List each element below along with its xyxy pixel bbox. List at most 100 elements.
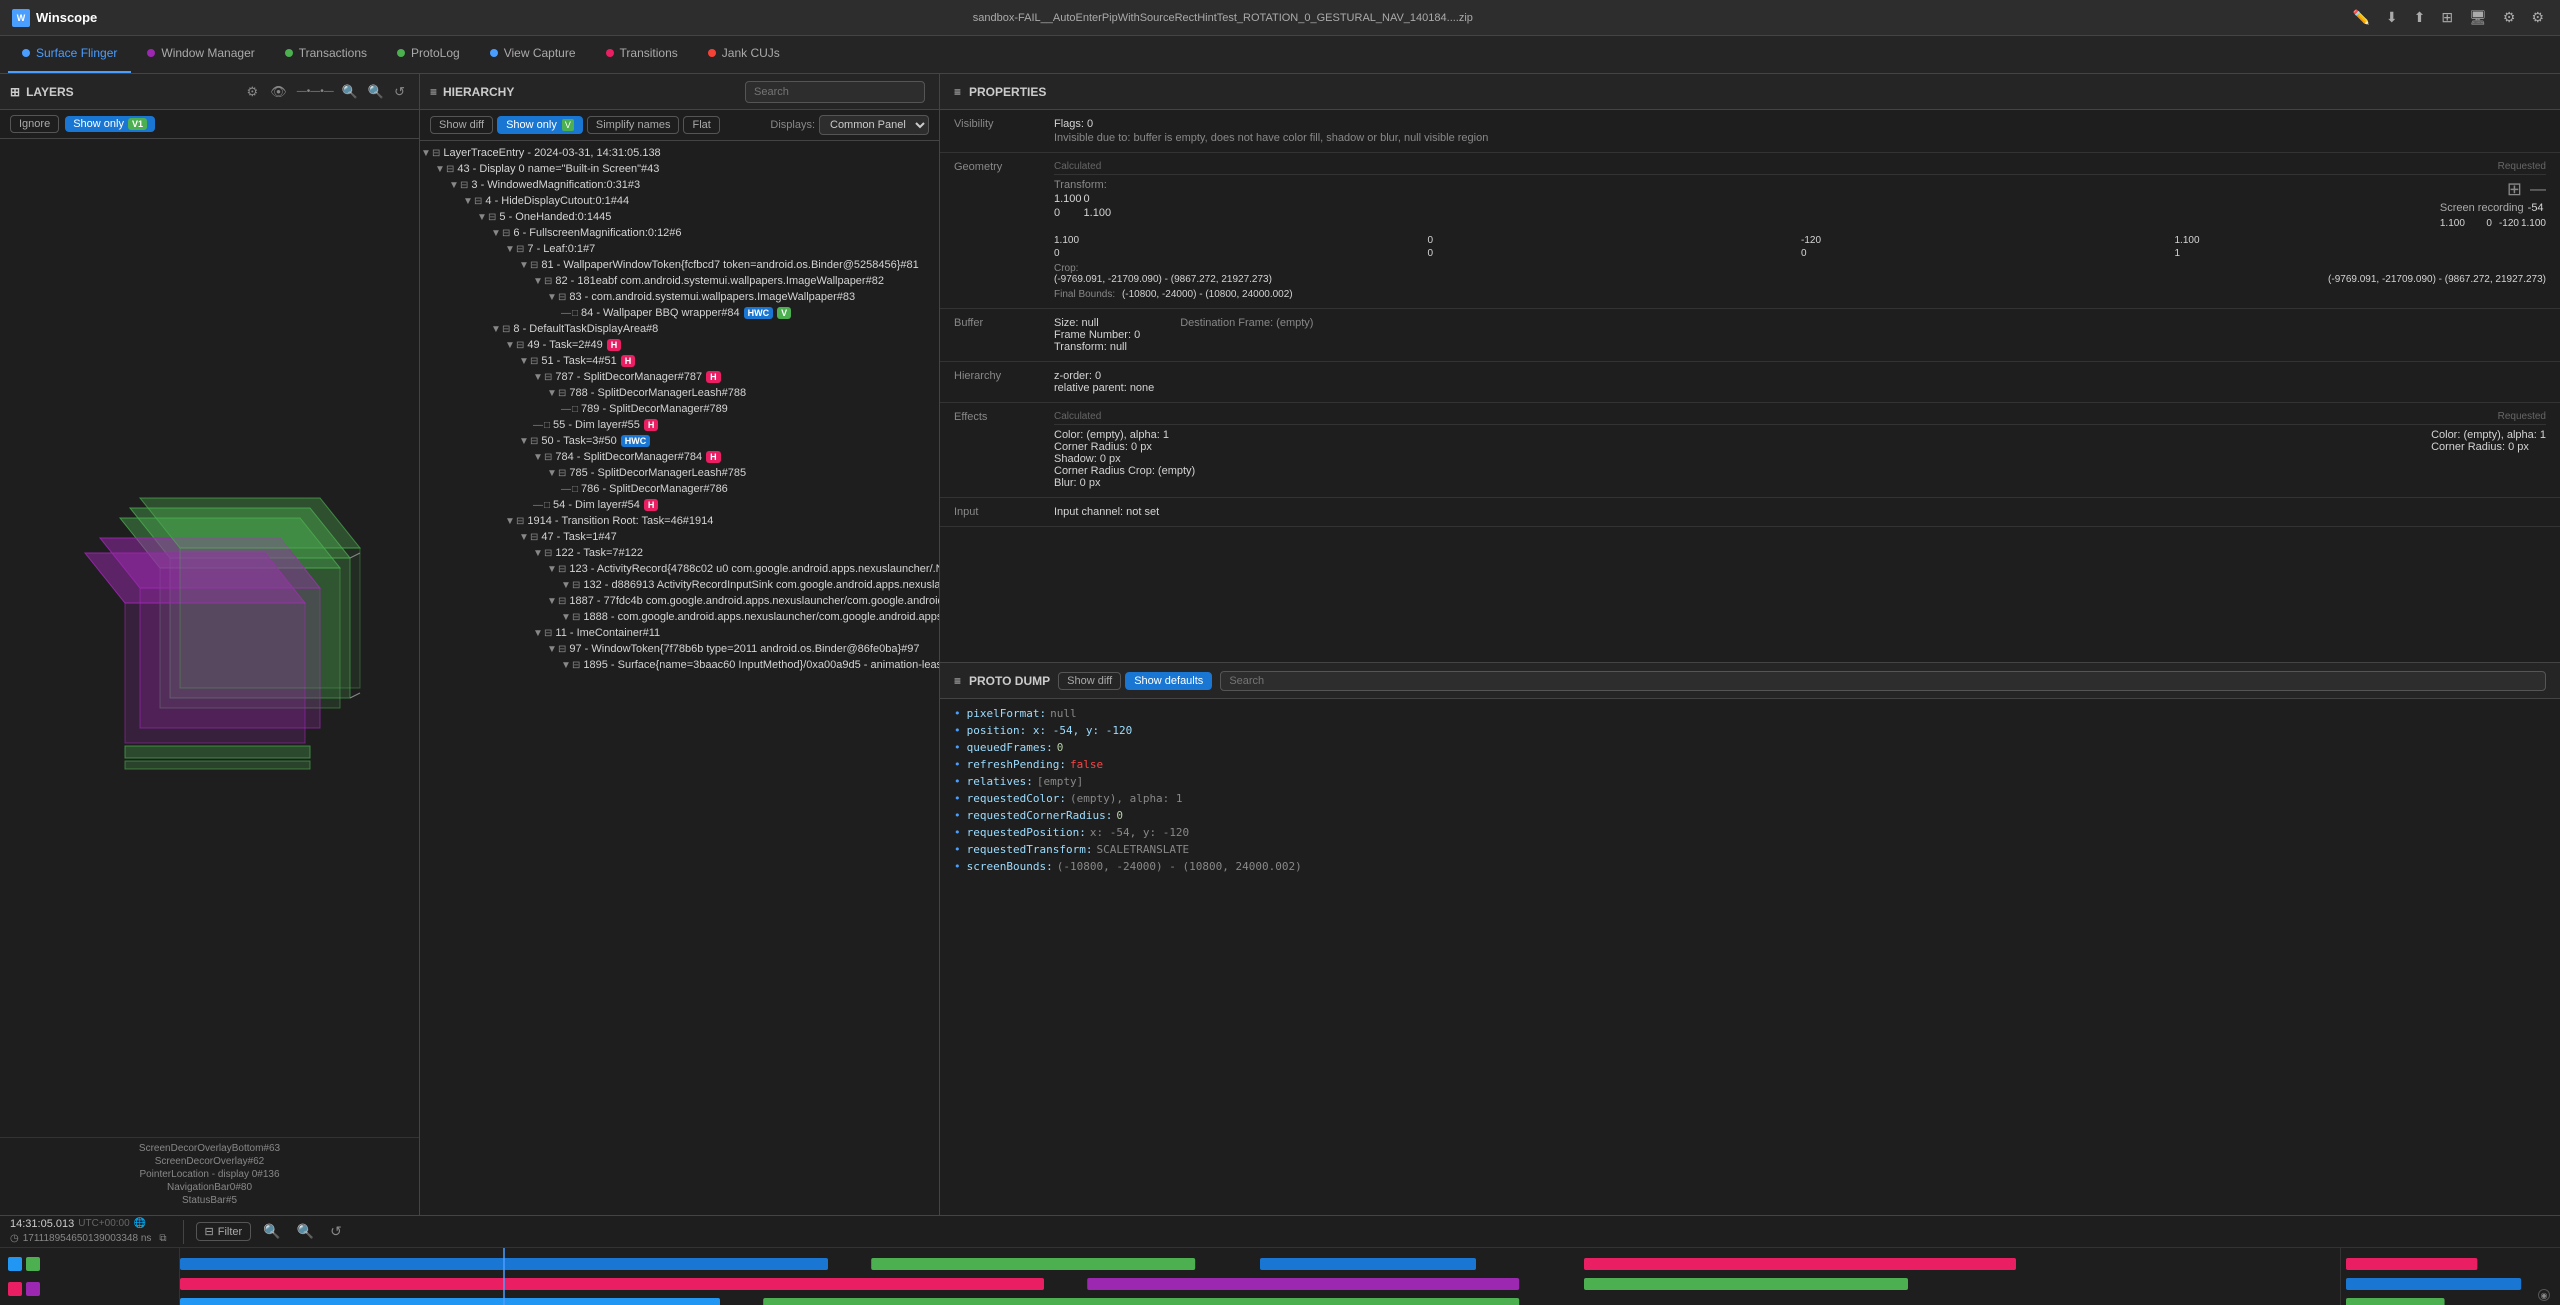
monitor-icon-btn[interactable]: 🖥 xyxy=(2465,7,2491,28)
tree-node[interactable]: ▼⊟81 - WallpaperWindowToken{fcfbcd7 toke… xyxy=(420,257,939,273)
tree-node[interactable]: ▼⊟6 - FullscreenMagnification:0:12#6 xyxy=(420,225,939,241)
tree-toggle[interactable]: ▼ xyxy=(504,340,516,351)
download-icon-btn[interactable]: ⬇ xyxy=(2382,7,2402,28)
tree-toggle[interactable]: ▼ xyxy=(518,532,530,543)
tree-node[interactable]: ▼⊟5 - OneHanded:0:1445 xyxy=(420,209,939,225)
tree-node[interactable]: ▼⊟47 - Task=1#47 xyxy=(420,529,939,545)
tree-toggle[interactable]: ▼ xyxy=(504,516,516,527)
proto-search-input[interactable] xyxy=(1220,671,2546,691)
tree-node[interactable]: —□54 - Dim layer#54H xyxy=(420,497,939,513)
show-only-hierarchy-btn[interactable]: Show only V xyxy=(497,116,583,134)
proto-show-diff-btn[interactable]: Show diff xyxy=(1058,672,1121,690)
timeline-zoom-in-btn[interactable]: 🔍 xyxy=(259,1221,284,1242)
tree-toggle[interactable]: ▼ xyxy=(546,596,558,607)
ignore-button[interactable]: Ignore xyxy=(10,115,59,133)
tree-toggle[interactable]: ▼ xyxy=(546,388,558,399)
tree-toggle[interactable]: ▼ xyxy=(560,660,572,671)
upload-icon-btn[interactable]: ⬆ xyxy=(2410,7,2430,28)
tree-toggle[interactable]: ▼ xyxy=(546,644,558,655)
tree-toggle[interactable]: ▼ xyxy=(420,148,432,159)
tree-toggle[interactable]: ▼ xyxy=(532,372,544,383)
filter-btn[interactable]: ⊟ Filter xyxy=(196,1222,252,1241)
tree-node[interactable]: ▼⊟51 - Task=4#51H xyxy=(420,353,939,369)
tree-node[interactable]: ▼⊟1887 - 77fdc4b com.google.android.apps… xyxy=(420,593,939,609)
tree-toggle[interactable]: ▼ xyxy=(532,548,544,559)
tree-node[interactable]: ▼⊟50 - Task=3#50HWC xyxy=(420,433,939,449)
tree-node[interactable]: ▼⊟11 - ImeContainer#11 xyxy=(420,625,939,641)
simplify-names-btn[interactable]: Simplify names xyxy=(587,116,680,134)
timeline-tracks[interactable] xyxy=(180,1248,2340,1305)
tree-toggle[interactable]: ▼ xyxy=(490,228,502,239)
tree-node[interactable]: ▼⊟49 - Task=2#49H xyxy=(420,337,939,353)
tree-toggle[interactable]: ▼ xyxy=(518,436,530,447)
tree-toggle[interactable]: ▼ xyxy=(560,612,572,623)
tree-toggle[interactable]: ▼ xyxy=(462,196,474,207)
copy-ns-btn[interactable]: ⧉ xyxy=(155,1231,170,1246)
gear-icon-btn[interactable]: ⚙ xyxy=(2499,7,2520,28)
tree-node[interactable]: ▼⊟3 - WindowedMagnification:0:31#3 xyxy=(420,177,939,193)
tree-toggle[interactable]: ▼ xyxy=(546,292,558,303)
tree-toggle[interactable]: ▼ xyxy=(532,276,544,287)
tab-proto-log[interactable]: ProtoLog xyxy=(383,35,474,73)
settings2-icon-btn[interactable]: ⚙ xyxy=(2527,7,2548,28)
tree-toggle[interactable]: ▼ xyxy=(504,244,516,255)
tree-node[interactable]: ▼⊟123 - ActivityRecord{4788c02 u0 com.go… xyxy=(420,561,939,577)
tree-toggle[interactable]: ▼ xyxy=(490,324,502,335)
tree-node[interactable]: ▼⊟8 - DefaultTaskDisplayArea#8 xyxy=(420,321,939,337)
flat-btn[interactable]: Flat xyxy=(683,116,719,134)
scroll-indicator[interactable]: ◉ xyxy=(2538,1289,2550,1301)
edit-icon-btn[interactable]: ✏️ xyxy=(2348,7,2373,28)
scroll-icon[interactable]: ◉ xyxy=(2538,1289,2550,1301)
tree-node[interactable]: —□789 - SplitDecorManager#789 xyxy=(420,401,939,417)
hierarchy-search-input[interactable] xyxy=(745,81,925,103)
tree-toggle[interactable]: ▼ xyxy=(532,628,544,639)
tree-node[interactable]: ▼⊟97 - WindowToken{7f78b6b type=2011 and… xyxy=(420,641,939,657)
tab-window-manager[interactable]: Window Manager xyxy=(133,35,268,73)
tree-node[interactable]: ▼⊟1888 - com.google.android.apps.nexusla… xyxy=(420,609,939,625)
tree-node[interactable]: ▼⊟132 - d886913 ActivityRecordInputSink … xyxy=(420,577,939,593)
displays-select[interactable]: Common Panel xyxy=(819,115,929,135)
tree-node[interactable]: —□55 - Dim layer#55H xyxy=(420,417,939,433)
zoom-in-btn[interactable]: 🔍 xyxy=(364,82,388,102)
tree-node[interactable]: ▼⊟788 - SplitDecorManagerLeash#788 xyxy=(420,385,939,401)
tab-surface-flinger[interactable]: Surface Flinger xyxy=(8,35,131,73)
tree-toggle[interactable]: ▼ xyxy=(434,164,446,175)
timeline-zoom-out-btn[interactable]: 🔍 xyxy=(293,1221,318,1242)
tab-transitions[interactable]: Transitions xyxy=(592,35,692,73)
tab-view-capture[interactable]: View Capture xyxy=(476,35,590,73)
tree-toggle[interactable]: ▼ xyxy=(448,180,460,191)
zoom-out-btn[interactable]: 🔍 xyxy=(338,82,362,102)
tree-toggle[interactable]: ▼ xyxy=(476,212,488,223)
tree-node[interactable]: —□786 - SplitDecorManager#786 xyxy=(420,481,939,497)
hierarchy-tree[interactable]: ▼⊟LayerTraceEntry - 2024-03-31, 14:31:05… xyxy=(420,141,939,1215)
tree-node[interactable]: ▼⊟1895 - Surface{name=3baac60 InputMetho… xyxy=(420,657,939,673)
proto-show-defaults-btn[interactable]: Show defaults xyxy=(1125,672,1212,690)
tree-node[interactable]: ▼⊟1914 - Transition Root: Task=46#1914 xyxy=(420,513,939,529)
tree-toggle[interactable]: ▼ xyxy=(518,260,530,271)
tree-node[interactable]: ▼⊟785 - SplitDecorManagerLeash#785 xyxy=(420,465,939,481)
tree-node[interactable]: ▼⊟784 - SplitDecorManager#784H xyxy=(420,449,939,465)
tree-toggle[interactable]: ▼ xyxy=(560,580,572,591)
layers-settings-btn[interactable]: ⚙ xyxy=(243,82,263,102)
tree-node[interactable]: ▼⊟787 - SplitDecorManager#787H xyxy=(420,369,939,385)
grid-icon-btn[interactable]: ⊞ xyxy=(2437,7,2457,28)
tab-jank-cujs[interactable]: Jank CUJs xyxy=(694,35,794,73)
show-diff-btn[interactable]: Show diff xyxy=(430,116,493,134)
tree-toggle[interactable]: ▼ xyxy=(532,452,544,463)
tree-node[interactable]: ▼⊟83 - com.android.systemui.wallpapers.I… xyxy=(420,289,939,305)
tree-node[interactable]: ▼⊟43 - Display 0 name="Built-in Screen"#… xyxy=(420,161,939,177)
tree-node[interactable]: ▼⊟LayerTraceEntry - 2024-03-31, 14:31:05… xyxy=(420,145,939,161)
zoom-reset-btn[interactable]: ↺ xyxy=(390,82,409,102)
layers-eye-btn[interactable]: 👁 xyxy=(266,82,291,102)
tree-node[interactable]: ▼⊟7 - Leaf:0:1#7 xyxy=(420,241,939,257)
tree-toggle[interactable]: ▼ xyxy=(518,356,530,367)
expand-icon[interactable]: ⊞ xyxy=(2507,179,2522,200)
tree-toggle[interactable]: ▼ xyxy=(546,564,558,575)
timeline-reset-btn[interactable]: ↺ xyxy=(326,1221,346,1242)
tree-node[interactable]: —□84 - Wallpaper BBQ wrapper#84HWCV xyxy=(420,305,939,321)
tree-node[interactable]: ▼⊟82 - 181eabf com.android.systemui.wall… xyxy=(420,273,939,289)
tree-node[interactable]: ▼⊟4 - HideDisplayCutout:0:1#44 xyxy=(420,193,939,209)
tab-transactions[interactable]: Transactions xyxy=(271,35,381,73)
show-only-button[interactable]: Show only V1 xyxy=(65,116,155,132)
tree-node[interactable]: ▼⊟122 - Task=7#122 xyxy=(420,545,939,561)
